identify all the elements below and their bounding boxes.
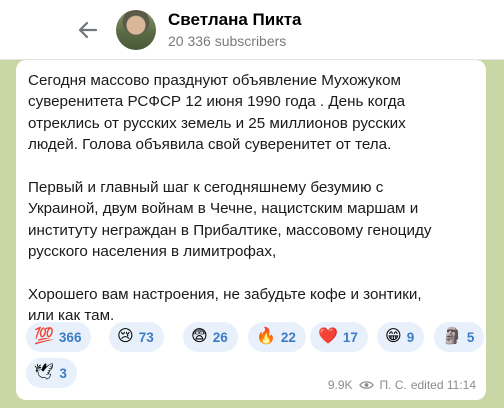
channel-name: Светлана Пикта — [168, 9, 302, 29]
reaction-count: 9 — [406, 329, 415, 345]
hundred-points-icon: 💯 — [34, 328, 54, 345]
fire-icon: 🔥 — [256, 328, 276, 345]
chat-header: Светлана Пикта 20 336 subscribers — [0, 0, 504, 60]
red-heart-icon: ❤️ — [318, 328, 338, 345]
eye-icon — [358, 381, 374, 389]
reaction-fearful[interactable]: 😨 26 — [183, 322, 238, 352]
channel-info[interactable]: Светлана Пикта 20 336 subscribers — [168, 10, 302, 50]
reaction-count: 3 — [59, 365, 67, 381]
edited-timestamp: edited 11:14 — [410, 378, 476, 392]
reaction-count: 22 — [280, 329, 296, 345]
reaction-fire[interactable]: 🔥 22 — [248, 322, 306, 352]
reaction-count: 366 — [58, 329, 82, 345]
reaction-grin[interactable]: 😁 9 — [377, 322, 425, 352]
grinning-face-icon: 😁 — [385, 328, 402, 345]
fearful-face-icon: 😨 — [191, 328, 208, 345]
reaction-hundred[interactable]: 💯 366 — [26, 322, 92, 352]
reaction-count: 26 — [212, 329, 228, 345]
crying-face-icon: 😢 — [117, 328, 134, 345]
reaction-moai[interactable]: 🗿 5 — [434, 322, 485, 352]
reaction-count: 17 — [342, 329, 358, 345]
message-meta: 9.9K П. С. edited 11:14 — [324, 378, 476, 392]
channel-avatar[interactable] — [116, 9, 156, 50]
dove-icon: 🕊 — [34, 364, 55, 381]
message-text: Сегодня массово празднуют объявление Мух… — [28, 72, 432, 325]
view-count: 9.9K — [327, 378, 353, 392]
back-button[interactable] — [68, 10, 108, 50]
post-author: П. С. — [379, 378, 407, 392]
reaction-heart[interactable]: ❤️ 17 — [310, 322, 368, 352]
reaction-count: 73 — [138, 329, 154, 345]
subscriber-count: 20 336 subscribers — [168, 32, 287, 49]
back-arrow-icon — [78, 21, 98, 38]
reaction-count: 5 — [466, 329, 475, 345]
message-bubble: Сегодня массово празднуют объявление Мух… — [16, 60, 486, 400]
reaction-crying[interactable]: 😢 73 — [109, 322, 164, 352]
reaction-dove[interactable]: 🕊 3 — [26, 358, 77, 388]
moai-icon: 🗿 — [442, 328, 462, 345]
